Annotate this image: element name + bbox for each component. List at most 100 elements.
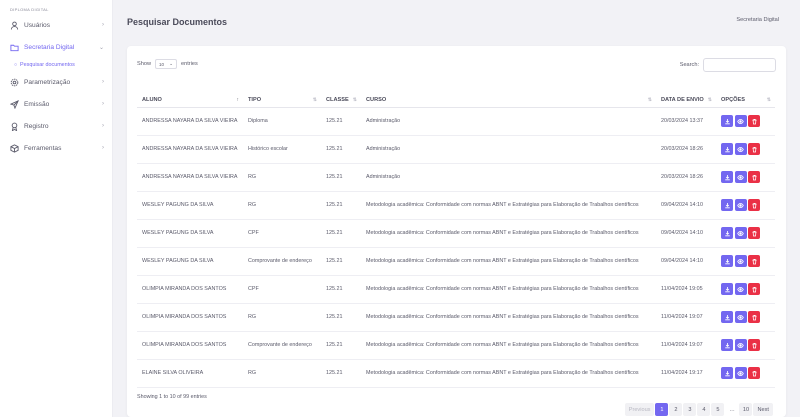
search-input[interactable] (703, 58, 776, 72)
table-row: ELAINE SILVA OLIVEIRA RG 125.21 Metodologia… (137, 359, 775, 388)
page-button-2[interactable]: 2 (669, 403, 683, 416)
view-button[interactable] (734, 339, 747, 351)
trash-icon (751, 286, 758, 293)
sort-icon: ⇅ (707, 96, 712, 103)
download-button[interactable] (721, 255, 733, 267)
previous-page-button[interactable]: Previous (624, 403, 655, 416)
sidebar-item-label: Parametrização (24, 78, 71, 86)
delete-button[interactable] (748, 255, 760, 267)
view-button[interactable] (734, 311, 747, 323)
delete-button[interactable] (748, 115, 760, 127)
page-length-select[interactable]: 10 ⌄ (155, 59, 177, 69)
cell-curso: Metodologia acadêmica: Conformidade com … (361, 247, 656, 276)
pagination-ellipsis: … (729, 406, 735, 413)
table-row: OLIMPIA MIRANDA DOS SANTOS CPF 125.21 Metod… (137, 275, 775, 304)
sort-ascending-icon: ↑ (236, 96, 240, 103)
page-length-value: 10 (159, 61, 165, 67)
view-button[interactable] (734, 171, 747, 183)
column-header-aluno[interactable]: ALUNO ↑ (137, 82, 243, 108)
table-row: OLIMPIA MIRANDA DOS SANTOS RG 125.21 Metodo… (137, 303, 775, 332)
delete-button[interactable] (748, 283, 760, 295)
trash-icon (751, 230, 758, 237)
delete-button[interactable] (748, 367, 760, 379)
delete-button[interactable] (748, 227, 760, 239)
sidebar-item-parametrizacao[interactable]: Parametrização › (0, 71, 112, 93)
cell-tipo: RG (243, 163, 321, 192)
eye-icon (737, 342, 744, 349)
sort-icon: ⇅ (766, 96, 771, 103)
cell-curso: Metodologia acadêmica: Conformidade com … (361, 331, 656, 360)
pagination: Previous 1 2 3 4 5 … 10 Next (624, 403, 773, 416)
download-button[interactable] (721, 227, 733, 239)
sidebar-item-label: Ferramentas (24, 144, 62, 152)
column-header-curso[interactable]: CURSO ⇅ (361, 82, 656, 108)
column-header-classe[interactable]: CLASSE ⇅ (321, 82, 361, 108)
cell-opcoes (716, 359, 775, 388)
download-button[interactable] (721, 283, 733, 295)
delete-button[interactable] (748, 199, 760, 211)
download-icon (724, 314, 731, 321)
delete-button[interactable] (748, 143, 760, 155)
view-button[interactable] (734, 199, 747, 211)
view-button[interactable] (734, 367, 747, 379)
delete-button[interactable] (748, 339, 760, 351)
download-button[interactable] (721, 367, 733, 379)
next-page-button[interactable]: Next (753, 403, 773, 416)
cell-classe: 125.21 (321, 303, 361, 332)
view-button[interactable] (734, 227, 747, 239)
cell-curso: Administração (361, 135, 656, 164)
eye-icon (737, 370, 744, 377)
page-button-1[interactable]: 1 (655, 403, 669, 416)
sidebar-item-usuarios[interactable]: Usuários › (0, 14, 112, 36)
table-body: ANDRESSA NAYARA DA SILVA VIEIRA Diploma 12… (137, 107, 775, 388)
page-button-10[interactable]: 10 (739, 403, 753, 416)
cell-data: 09/04/2024 14:10 (656, 219, 716, 248)
user-menu[interactable]: Secretaria Digital (736, 17, 779, 23)
cell-classe: 125.21 (321, 107, 361, 136)
page-button-3[interactable]: 3 (683, 403, 697, 416)
cell-data: 11/04/2024 19:07 (656, 331, 716, 360)
view-button[interactable] (734, 283, 747, 295)
delete-button[interactable] (748, 311, 760, 323)
page-button-4[interactable]: 4 (697, 403, 711, 416)
trash-icon (751, 314, 758, 321)
sidebar-item-emissao[interactable]: Emissão › (0, 93, 112, 115)
eye-icon (737, 146, 744, 153)
download-button[interactable] (721, 199, 733, 211)
cell-curso: Metodologia acadêmica: Conformidade com … (361, 359, 656, 388)
cell-tipo: RG (243, 359, 321, 388)
download-button[interactable] (721, 171, 733, 183)
view-button[interactable] (734, 143, 747, 155)
column-header-label: DATA DE ENVIO (661, 96, 704, 103)
download-button[interactable] (721, 339, 733, 351)
sidebar-nav: Usuários › Secretaria Digital ⌄ ○ Pesquisar d… (0, 14, 112, 159)
sidebar-item-ferramentas[interactable]: Ferramentas › (0, 137, 112, 159)
trash-icon (751, 146, 758, 153)
trash-icon (751, 258, 758, 265)
column-header-data-de-envio[interactable]: DATA DE ENVIO ⇅ (656, 82, 716, 108)
cell-data: 20/03/2024 13:37 (656, 107, 716, 136)
delete-button[interactable] (748, 171, 760, 183)
sidebar-subitem-pesquisar-documentos[interactable]: ○ Pesquisar documentos (0, 58, 112, 71)
cell-tipo: Comprovante de endereço (243, 331, 321, 360)
eye-icon (737, 118, 744, 125)
sidebar-item-secretaria-digital[interactable]: Secretaria Digital ⌄ (0, 36, 112, 58)
row-actions (721, 171, 770, 183)
download-icon (724, 258, 731, 265)
gear-icon (10, 78, 19, 87)
download-button[interactable] (721, 143, 733, 155)
column-header-tipo[interactable]: TIPO ⇅ (243, 82, 321, 108)
cell-classe: 125.21 (321, 219, 361, 248)
cell-tipo: CPF (243, 219, 321, 248)
cell-data: 20/03/2024 18:26 (656, 135, 716, 164)
cell-classe: 125.21 (321, 359, 361, 388)
sidebar-item-registro[interactable]: Registro › (0, 115, 112, 137)
eye-icon (737, 286, 744, 293)
page-button-5[interactable]: 5 (711, 403, 725, 416)
download-button[interactable] (721, 115, 733, 127)
column-header-opcoes[interactable]: OPÇÕES ⇅ (716, 82, 775, 108)
row-actions (721, 255, 770, 267)
view-button[interactable] (734, 115, 747, 127)
view-button[interactable] (734, 255, 747, 267)
download-button[interactable] (721, 311, 733, 323)
